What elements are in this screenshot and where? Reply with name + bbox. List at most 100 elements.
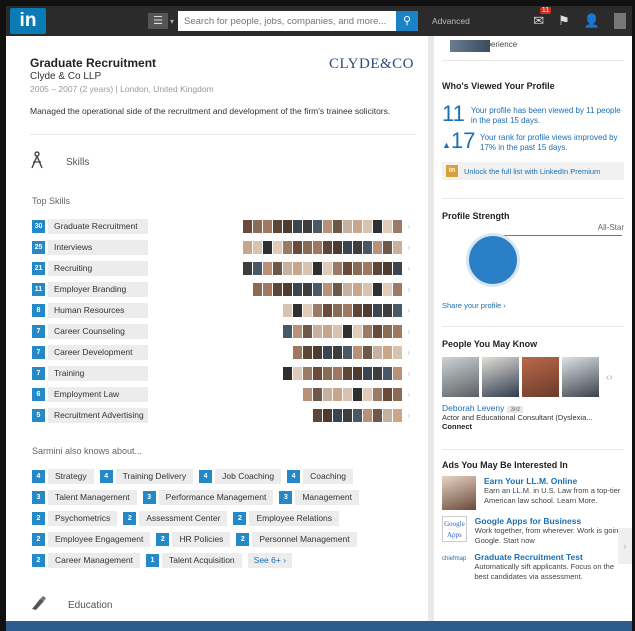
endorser-avatar[interactable] (303, 304, 313, 317)
company-logo[interactable]: CLYDE&CO (329, 56, 414, 73)
linkedin-logo[interactable]: in (10, 8, 46, 34)
endorser-avatar[interactable] (353, 304, 363, 317)
endorser-avatar[interactable] (363, 241, 373, 254)
endorser-avatar[interactable] (323, 325, 333, 338)
person-photo[interactable] (562, 357, 599, 397)
skill-row[interactable]: 30 Graduate Recruitment › (32, 216, 428, 237)
endorser-avatar[interactable] (303, 220, 313, 233)
chevron-right-icon[interactable]: › (407, 222, 410, 231)
ad-title[interactable]: Google Apps for Business (475, 516, 624, 526)
skill-row[interactable]: 21 Recruiting › (32, 258, 428, 279)
skill-chip[interactable]: 3 Management (279, 490, 359, 505)
skill-name[interactable]: HR Policies (172, 532, 231, 547)
endorser-avatar[interactable] (343, 367, 353, 380)
endorser-avatar[interactable] (373, 283, 383, 296)
endorser-avatar[interactable] (383, 325, 393, 338)
endorser-avatar[interactable] (333, 388, 343, 401)
endorser-avatar[interactable] (353, 388, 363, 401)
skill-row[interactable]: 6 Employment Law › (32, 384, 428, 405)
endorser-avatar[interactable] (293, 283, 303, 296)
skill-chip[interactable]: 2 Assessment Center (123, 511, 228, 526)
endorser-avatar[interactable] (353, 367, 363, 380)
endorser-avatar[interactable] (293, 325, 303, 338)
ad-item[interactable]: Earn Your LL.M. Online Earn an LL.M. in … (434, 476, 632, 510)
ad-item[interactable]: Google Apps Google Apps for Business Wor… (434, 516, 632, 546)
endorser-avatar[interactable] (263, 283, 273, 296)
ad-title[interactable]: Earn Your LL.M. Online (484, 476, 624, 486)
ad-title[interactable]: Graduate Recruitment Test (474, 552, 624, 562)
endorsement-count[interactable]: 2 (236, 533, 250, 546)
skill-name[interactable]: Psychometrics (48, 511, 118, 526)
endorser-avatar[interactable] (333, 325, 343, 338)
endorser-avatar[interactable] (343, 220, 353, 233)
chevron-right-icon[interactable]: › (407, 306, 410, 315)
endorser-avatar[interactable] (283, 304, 293, 317)
endorser-avatar[interactable] (383, 388, 393, 401)
endorser-avatar[interactable] (363, 367, 373, 380)
endorser-avatar[interactable] (373, 262, 383, 275)
endorsement-count[interactable]: 5 (32, 409, 45, 422)
skill-row[interactable]: 7 Training › (32, 363, 428, 384)
endorser-avatar[interactable] (313, 304, 323, 317)
endorser-avatar[interactable] (243, 220, 253, 233)
endorser-avatar[interactable] (353, 283, 363, 296)
endorser-avatar[interactable] (283, 262, 293, 275)
endorser-avatar[interactable] (383, 346, 393, 359)
skill-name[interactable]: Assessment Center (139, 511, 228, 526)
skill-name[interactable]: Performance Management (158, 490, 274, 505)
endorser-avatar[interactable] (323, 367, 333, 380)
endorsement-count[interactable]: 2 (32, 512, 45, 525)
endorser-avatar[interactable] (383, 220, 393, 233)
skill-chip[interactable]: 1 Talent Acquisition (145, 553, 242, 568)
skill-chip[interactable]: 3 Talent Management (32, 490, 137, 505)
menu-icon[interactable]: ☰ (148, 13, 168, 29)
endorsement-count[interactable]: 3 (142, 491, 156, 504)
endorser-avatar[interactable] (393, 283, 403, 296)
endorser-avatar[interactable] (343, 304, 353, 317)
skill-chip[interactable]: 2 Employee Engagement (32, 532, 151, 547)
endorsement-count[interactable]: 25 (32, 241, 45, 254)
skill-name[interactable]: Talent Acquisition (161, 553, 242, 568)
endorser-avatar[interactable] (273, 220, 283, 233)
endorser-avatar[interactable] (383, 304, 393, 317)
connect-link[interactable]: Connect (434, 422, 632, 431)
chevron-down-icon[interactable]: ▾ (170, 17, 174, 26)
skill-name[interactable]: Employee Engagement (48, 532, 151, 547)
skill-chip[interactable]: 3 Performance Management (142, 490, 274, 505)
endorser-avatar[interactable] (243, 241, 253, 254)
skill-chip[interactable]: 2 HR Policies (156, 532, 231, 547)
chevron-right-icon[interactable]: › (407, 411, 410, 420)
endorser-avatar[interactable] (313, 367, 323, 380)
endorser-avatar[interactable] (303, 388, 313, 401)
endorser-avatar[interactable] (263, 220, 273, 233)
endorser-avatar[interactable] (303, 283, 313, 296)
endorsement-count[interactable]: 2 (123, 512, 137, 525)
skill-name[interactable]: Career Development (48, 345, 148, 360)
endorsement-count[interactable]: 7 (32, 325, 45, 338)
endorser-avatar[interactable] (283, 220, 293, 233)
premium-unlock-link[interactable]: in Unlock the full list with LinkedIn Pr… (442, 162, 624, 180)
endorser-avatar[interactable] (373, 388, 383, 401)
see-more-skills-link[interactable]: See 6+ › (247, 553, 293, 568)
skill-name[interactable]: Employer Branding (48, 282, 148, 297)
rank-stat[interactable]: ▲17 Your rank for profile views improved… (434, 130, 632, 156)
skill-chip[interactable]: 2 Career Management (32, 553, 140, 568)
endorser-avatar[interactable] (323, 262, 333, 275)
skill-name[interactable]: Career Management (48, 553, 140, 568)
endorser-avatar[interactable] (273, 262, 283, 275)
endorser-avatar[interactable] (373, 325, 383, 338)
endorser-avatar[interactable] (373, 241, 383, 254)
skill-row[interactable]: 8 Human Resources › (32, 300, 428, 321)
endorser-avatar[interactable] (303, 325, 313, 338)
endorsement-count[interactable]: 7 (32, 367, 45, 380)
messages-icon[interactable]: ✉ 11 (533, 7, 552, 29)
endorser-avatar[interactable] (283, 283, 293, 296)
skill-name[interactable]: Management (295, 490, 359, 505)
ad-item[interactable]: chiefmap Graduate Recruitment Test Autom… (434, 552, 632, 582)
skill-name[interactable]: Training Delivery (115, 469, 194, 484)
endorsement-count[interactable]: 3 (32, 491, 45, 504)
person-photo[interactable] (522, 357, 559, 397)
endorser-avatar[interactable] (253, 241, 263, 254)
endorser-avatar[interactable] (303, 262, 313, 275)
endorser-avatar[interactable] (313, 262, 323, 275)
